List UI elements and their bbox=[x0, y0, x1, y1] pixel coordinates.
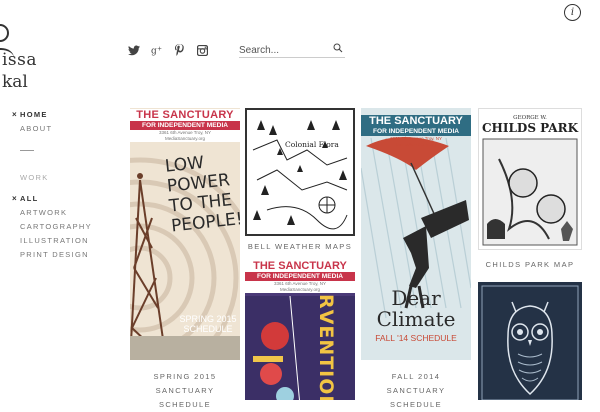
portfolio-card-interventions[interactable]: THE SANCTUARY FOR INDEPENDENT MEDIA 3361… bbox=[245, 260, 355, 400]
poster-title: Dear Climate FALL '14 SCHEDULE bbox=[375, 286, 457, 344]
poster-image: Colonial Flora bbox=[245, 108, 355, 236]
filter-label: ALL bbox=[20, 194, 39, 203]
search-input[interactable] bbox=[239, 45, 327, 56]
portfolio-card-fall-2014[interactable]: THE SANCTUARY FOR INDEPENDENT MEDIA 3361… bbox=[361, 108, 471, 409]
filter-cartography[interactable]: CARTOGRAPHY bbox=[12, 220, 92, 234]
logo-text-line2: kal bbox=[2, 72, 28, 92]
info-icon[interactable]: i bbox=[564, 4, 581, 21]
card-caption: FALL 2014 SANCTUARY SCHEDULE bbox=[386, 372, 446, 409]
pinterest-icon[interactable] bbox=[174, 43, 185, 56]
poster-image: GEORGE W. CHILDS PARK bbox=[478, 108, 582, 250]
nav-item-about[interactable]: ABOUT bbox=[12, 122, 52, 136]
page-nav: × HOME ABOUT bbox=[12, 108, 52, 136]
poster-image: THE SANCTUARY FOR INDEPENDENT MEDIA 3361… bbox=[130, 108, 240, 360]
search-icon[interactable] bbox=[333, 43, 343, 53]
map-title: Colonial Flora bbox=[285, 140, 339, 149]
card-caption: CHILDS PARK MAP bbox=[485, 260, 575, 269]
poster-masthead: THE SANCTUARY FOR INDEPENDENT MEDIA 3361… bbox=[130, 109, 240, 142]
poster-masthead: THE SANCTUARY FOR INDEPENDENT MEDIA 3361… bbox=[245, 260, 355, 293]
poster-headline: LOW POWER TO THE PEOPLE! bbox=[164, 152, 240, 237]
svg-text:g: g bbox=[151, 47, 157, 57]
poster-image bbox=[478, 282, 582, 400]
site-logo[interactable]: issa kal bbox=[0, 10, 54, 92]
poster-footer: SPRING 2015 SCHEDULE bbox=[179, 314, 237, 334]
logo-mark bbox=[0, 24, 9, 42]
nav-item-home[interactable]: × HOME bbox=[12, 108, 52, 122]
filter-artwork[interactable]: ARTWORK bbox=[12, 206, 92, 220]
portfolio-card-owl[interactable] bbox=[478, 282, 582, 400]
work-section-label: WORK bbox=[20, 173, 49, 182]
active-marker-icon: × bbox=[12, 194, 18, 203]
card-caption: BELL WEATHER MAPS bbox=[247, 242, 353, 251]
filter-illustration[interactable]: ILLUSTRATION bbox=[12, 234, 92, 248]
search-box bbox=[239, 40, 345, 58]
poster-title: GEORGE W. CHILDS PARK bbox=[481, 115, 579, 135]
poster-masthead: THE SANCTUARY FOR INDEPENDENT MEDIA 3361… bbox=[361, 115, 471, 148]
filter-nav: × ALL ARTWORK CARTOGRAPHY ILLUSTRATION P… bbox=[12, 192, 92, 262]
portfolio-card-childs-park-map[interactable]: GEORGE W. CHILDS PARK CHILDS PARK MAP bbox=[478, 108, 582, 278]
filter-all[interactable]: × ALL bbox=[12, 192, 92, 206]
portfolio-card-bell-weather-maps[interactable]: Colonial Flora BELL WEATHER MAPS bbox=[245, 108, 355, 258]
nav-item-label: ABOUT bbox=[20, 124, 53, 133]
nav-item-label: HOME bbox=[20, 110, 48, 119]
nav-divider bbox=[20, 150, 34, 151]
poster-image: THE SANCTUARY FOR INDEPENDENT MEDIA 3361… bbox=[245, 260, 355, 400]
logo-text-line1: issa bbox=[2, 50, 38, 70]
map-illustration bbox=[252, 120, 348, 230]
poster-image: THE SANCTUARY FOR INDEPENDENT MEDIA 3361… bbox=[361, 108, 471, 360]
poster-vertical-title: RVENTIONS bbox=[315, 294, 337, 400]
filter-label: ILLUSTRATION bbox=[20, 236, 89, 245]
social-links: g + bbox=[128, 43, 209, 57]
filter-label: ARTWORK bbox=[20, 208, 68, 217]
instagram-icon[interactable] bbox=[196, 43, 209, 57]
twitter-icon[interactable] bbox=[128, 43, 140, 56]
active-marker-icon: × bbox=[12, 110, 18, 119]
owl-illustration bbox=[481, 285, 579, 400]
google-plus-icon[interactable]: g + bbox=[151, 43, 162, 57]
filter-label: CARTOGRAPHY bbox=[20, 222, 92, 231]
portfolio-card-spring-2015[interactable]: THE SANCTUARY FOR INDEPENDENT MEDIA 3361… bbox=[130, 108, 240, 409]
filter-label: PRINT DESIGN bbox=[20, 250, 89, 259]
svg-text:+: + bbox=[157, 46, 162, 53]
filter-print-design[interactable]: PRINT DESIGN bbox=[12, 248, 92, 262]
card-caption: SPRING 2015 SANCTUARY SCHEDULE bbox=[153, 372, 217, 409]
